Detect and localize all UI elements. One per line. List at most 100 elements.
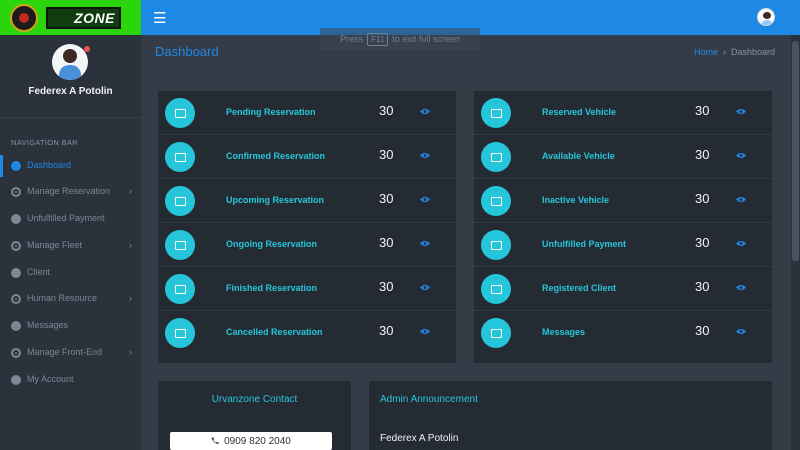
stat-label: Confirmed Reservation xyxy=(226,151,326,161)
sidebar-item-my-account[interactable]: My Account xyxy=(0,369,141,391)
wallet-icon xyxy=(165,318,195,348)
sidebar-item-manage-fleet[interactable]: Manage Fleet › xyxy=(0,235,141,257)
wallet-icon xyxy=(481,274,511,304)
stat-label: Upcoming Reservation xyxy=(226,195,325,205)
breadcrumb-separator: › xyxy=(722,47,726,57)
stat-label: Cancelled Reservation xyxy=(226,327,323,337)
fleet-stats-panel: Reserved Vehicle 30 Available Vehicle 30… xyxy=(474,91,772,363)
chevron-right-icon: › xyxy=(129,186,132,196)
eye-icon[interactable] xyxy=(736,152,746,159)
stat-count: 30 xyxy=(379,147,394,162)
breadcrumb-home-link[interactable]: Home xyxy=(694,47,718,57)
stat-row-available-vehicle: Available Vehicle 30 xyxy=(474,135,772,179)
stat-row-pending-reservation: Pending Reservation 30 xyxy=(158,91,456,135)
circle-icon xyxy=(11,268,21,278)
target-icon xyxy=(11,241,21,251)
stat-count: 30 xyxy=(695,191,710,206)
eye-icon[interactable] xyxy=(736,108,746,115)
chevron-right-icon: › xyxy=(129,240,132,250)
wallet-icon xyxy=(481,142,511,172)
wallet-icon xyxy=(165,98,195,128)
announcement-card: Admin Announcement Federex A Potolin xyxy=(369,381,772,450)
eye-icon[interactable] xyxy=(736,240,746,247)
page-scrollbar[interactable] xyxy=(791,35,800,450)
fullscreen-hint-suffix: to exit full screen xyxy=(392,34,460,44)
chevron-right-icon: › xyxy=(129,293,132,303)
stat-count: 30 xyxy=(379,235,394,250)
sidebar-item-client[interactable]: Client xyxy=(0,262,141,284)
stat-label: Inactive Vehicle xyxy=(542,195,610,205)
stat-count: 30 xyxy=(695,279,710,294)
hamburger-menu-icon[interactable]: ☰ xyxy=(153,9,166,27)
logo-wordmark: ZONE xyxy=(46,6,121,29)
nav-section-label: NAVIGATION BAR xyxy=(11,138,78,147)
stat-count: 30 xyxy=(695,323,710,338)
sidebar: Federex A Potolin NAVIGATION BAR Dashboa… xyxy=(0,35,141,450)
stat-label: Unfulfilled Payment xyxy=(542,239,627,249)
stat-row-messages: Messages 30 xyxy=(474,311,772,355)
sidebar-item-unfulfilled-payment[interactable]: Unfulfilled Payment xyxy=(0,208,141,230)
stat-label: Reserved Vehicle xyxy=(542,107,617,117)
stat-count: 30 xyxy=(695,103,710,118)
sidebar-item-label: Manage Fleet xyxy=(27,240,83,250)
wallet-icon xyxy=(165,274,195,304)
breadcrumb: Home › Dashboard xyxy=(694,47,775,57)
sidebar-item-dashboard[interactable]: Dashboard xyxy=(0,155,141,177)
eye-icon[interactable] xyxy=(736,196,746,203)
wallet-icon xyxy=(481,318,511,348)
stat-label: Available Vehicle xyxy=(542,151,615,161)
sidebar-item-messages[interactable]: Messages xyxy=(0,315,141,337)
stat-row-finished-reservation: Finished Reservation 30 xyxy=(158,267,456,311)
stat-label: Messages xyxy=(542,327,586,337)
stat-count: 30 xyxy=(379,191,394,206)
sidebar-item-manage-front-end[interactable]: Manage Front-End › xyxy=(0,342,141,364)
stat-label: Finished Reservation xyxy=(226,283,318,293)
eye-icon[interactable] xyxy=(420,108,430,115)
fullscreen-hint-key: F11 xyxy=(367,32,389,46)
eye-icon[interactable] xyxy=(420,240,430,247)
eye-icon[interactable] xyxy=(736,284,746,291)
sidebar-item-human-resource[interactable]: Human Resource › xyxy=(0,288,141,310)
stat-row-cancelled-reservation: Cancelled Reservation 30 xyxy=(158,311,456,355)
target-icon xyxy=(11,187,21,197)
sidebar-item-label: Manage Front-End xyxy=(27,347,103,357)
phone-icon xyxy=(211,437,219,445)
user-avatar[interactable] xyxy=(757,8,775,26)
wallet-icon xyxy=(481,230,511,260)
contact-card: Urvanzone Contact 0909 820 2040 xyxy=(158,381,351,450)
logo-emblem-icon xyxy=(10,3,38,32)
circle-icon xyxy=(11,321,21,331)
sidebar-item-label: Human Resource xyxy=(27,293,98,303)
reservation-stats-panel: Pending Reservation 30 Confirmed Reserva… xyxy=(158,91,456,363)
target-icon xyxy=(11,348,21,358)
profile-avatar[interactable] xyxy=(52,44,88,80)
sidebar-item-label: Unfulfilled Payment xyxy=(27,213,105,223)
chevron-right-icon: › xyxy=(129,347,132,357)
sidebar-item-manage-reservation[interactable]: Manage Reservation › xyxy=(0,181,141,203)
target-icon xyxy=(11,294,21,304)
eye-icon[interactable] xyxy=(420,152,430,159)
stat-count: 30 xyxy=(695,147,710,162)
contact-card-title: Urvanzone Contact xyxy=(211,394,298,405)
circle-icon xyxy=(11,214,21,224)
eye-icon[interactable] xyxy=(736,328,746,335)
scrollbar-thumb[interactable] xyxy=(792,41,799,261)
stat-row-confirmed-reservation: Confirmed Reservation 30 xyxy=(158,135,456,179)
profile-name: Federex A Potolin xyxy=(28,86,113,97)
circle-icon xyxy=(11,375,21,385)
eye-icon[interactable] xyxy=(420,284,430,291)
stat-count: 30 xyxy=(695,235,710,250)
wallet-icon xyxy=(481,186,511,216)
eye-icon[interactable] xyxy=(420,196,430,203)
stat-label: Pending Reservation xyxy=(226,107,316,117)
wallet-icon xyxy=(165,142,195,172)
sidebar-item-label: My Account xyxy=(27,374,74,384)
eye-icon[interactable] xyxy=(420,328,430,335)
stat-label: Registered Client xyxy=(542,283,617,293)
phone-number: 0909 820 2040 xyxy=(224,435,291,447)
fullscreen-hint: Press F11 to exit full screen xyxy=(320,28,480,50)
phone-button[interactable]: 0909 820 2040 xyxy=(170,432,332,450)
logo[interactable]: ZONE xyxy=(0,0,141,35)
wallet-icon xyxy=(481,98,511,128)
fullscreen-hint-prefix: Press xyxy=(340,34,364,44)
